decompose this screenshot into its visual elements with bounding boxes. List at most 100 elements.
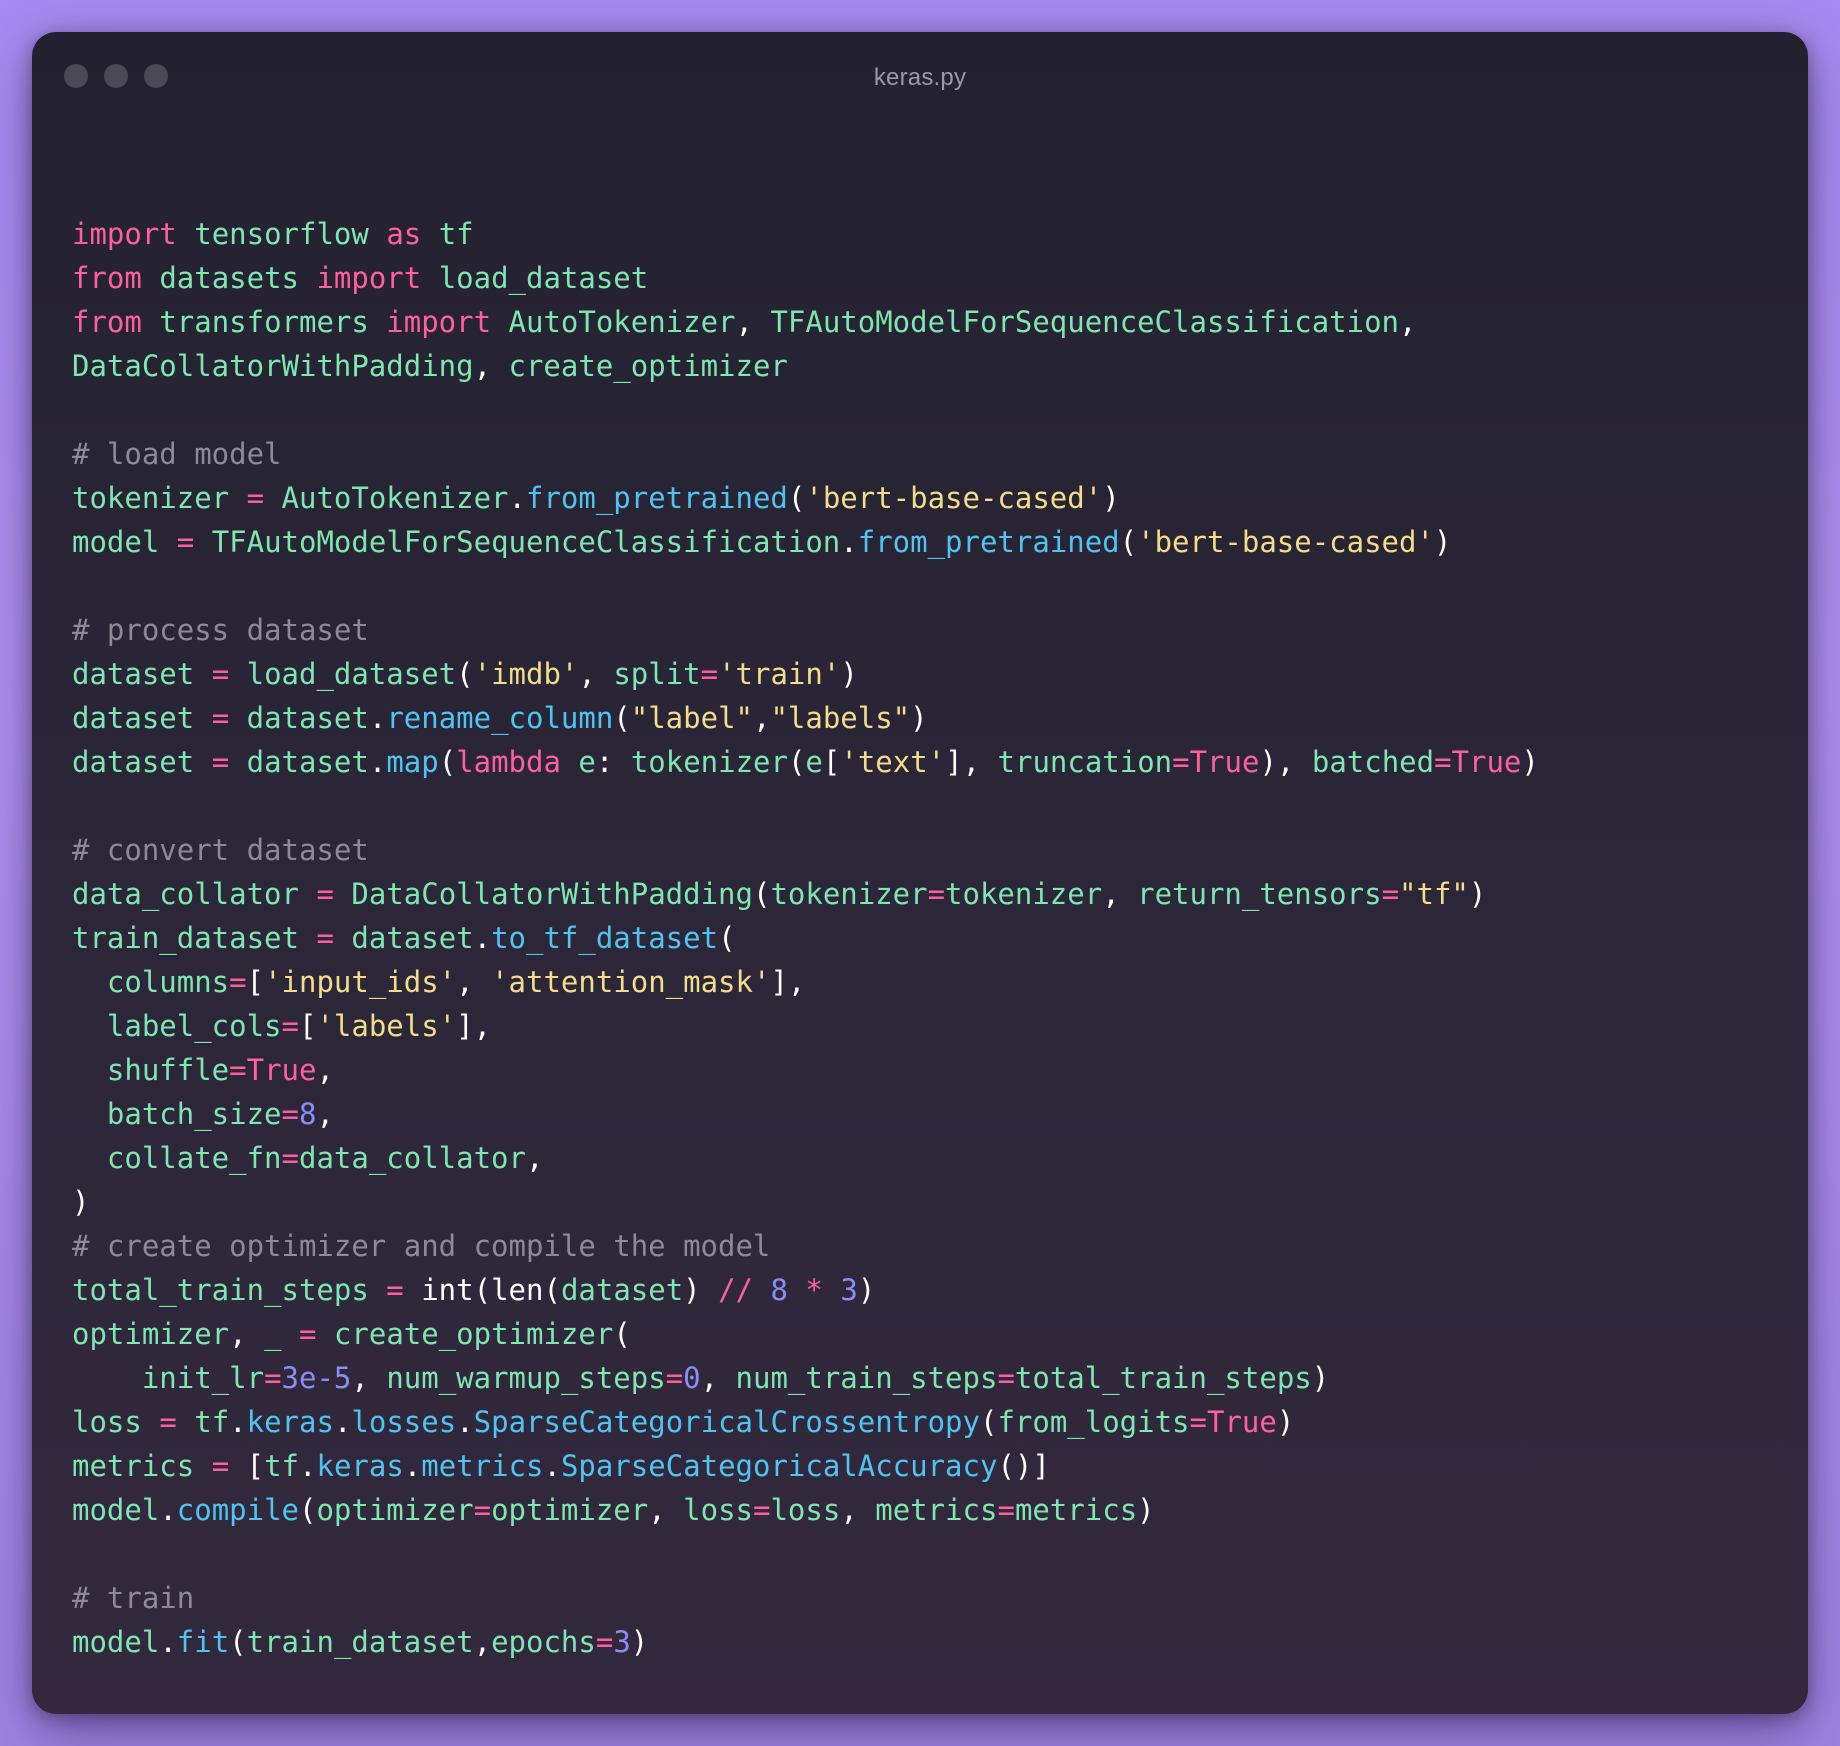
code-line: dataset = load_dataset('imdb', split='tr… [72, 652, 1539, 696]
code-token-comment: # train [72, 1581, 195, 1615]
code-token-ident: e [578, 745, 596, 779]
code-token-punct: , [1102, 877, 1120, 911]
code-token-punct: , [840, 1493, 858, 1527]
code-token-punct: ( [438, 745, 457, 779]
code-token-op: = [229, 965, 247, 999]
code-token-op: = [159, 1405, 177, 1439]
code-token-ident: loss [72, 1405, 142, 1439]
code-token-ident: _ [264, 1317, 282, 1351]
code-token-func: from_pretrained [526, 481, 788, 515]
code-token-punct: ] [770, 965, 788, 999]
code-line: data_collator = DataCollatorWithPadding(… [72, 872, 1539, 916]
code-token-punct: , [962, 745, 981, 779]
code-token-punct: , [735, 305, 753, 339]
code-token-ident: metrics [72, 1449, 195, 1483]
code-token-op: = [281, 1009, 299, 1043]
code-token-punct: ( [456, 657, 474, 691]
code-token-punct: ( [1119, 525, 1138, 559]
code-token-ident: dataset [560, 1273, 684, 1307]
code-token-ident: dataset [246, 701, 369, 735]
code-line: init_lr=3e-5, num_warmup_steps=0, num_tr… [72, 1356, 1539, 1400]
code-token-string: 'labels' [316, 1009, 457, 1043]
code-token-ident: tensorflow [194, 217, 369, 251]
code-line: model.compile(optimizer=optimizer, loss=… [72, 1488, 1539, 1532]
code-token-class: AutoTokenizer [508, 305, 736, 339]
code-token-ident: tokenizer [630, 745, 788, 779]
code-token-ident: tf [194, 1405, 230, 1439]
code-token-op: = [1381, 877, 1400, 911]
code-line: batch_size=8, [72, 1092, 1539, 1136]
code-token-ident: train_dataset [72, 921, 299, 955]
code-token-punct: [ [246, 1449, 265, 1483]
code-token-class: DataCollatorWithPadding [72, 349, 474, 383]
code-token-punct: , [525, 1141, 544, 1175]
code-token-punct: , [473, 1625, 492, 1659]
code-token-punct: , [1399, 305, 1417, 339]
window-title: keras.py [873, 64, 967, 91]
code-token-string: "labels" [770, 701, 911, 735]
code-line: model.fit(train_dataset,epochs=3) [72, 1620, 1539, 1664]
code-token-op: = [281, 1097, 299, 1131]
code-token-op: = [246, 481, 265, 515]
code-token-keyword: as [386, 217, 422, 251]
code-token-punct: ( [718, 921, 736, 955]
code-token-ident: metrics [1014, 1493, 1138, 1527]
code-token-punct: , [473, 349, 492, 383]
code-token-op: = [700, 657, 719, 691]
code-editor[interactable]: import tensorflow as tf from datasets imp… [72, 212, 1539, 1664]
code-token-param: shuffle [106, 1053, 230, 1087]
code-token-param: from_logits [997, 1405, 1190, 1439]
code-token-op: = [211, 701, 230, 735]
code-token-punct: ) [1137, 1493, 1155, 1527]
code-token-ident: e [805, 745, 823, 779]
code-token-op: = [281, 1141, 299, 1175]
code-token-punct: : [595, 745, 614, 779]
code-token-string: 'bert-base-cased' [1137, 525, 1434, 559]
code-token-punct: ( [613, 1317, 631, 1351]
code-token-func: metrics [421, 1449, 544, 1483]
code-token-param: split [613, 657, 701, 691]
code-token-op: = [316, 921, 334, 955]
code-token-punct: ( [787, 745, 806, 779]
code-token-ident: model [72, 525, 160, 559]
code-token-punct: ] [1032, 1449, 1050, 1483]
code-token-param: collate_fn [106, 1141, 282, 1175]
code-token-op: = [997, 1361, 1015, 1395]
code-token-punct: . [229, 1405, 247, 1439]
code-token-punct: ) [1259, 745, 1277, 779]
code-token-param: truncation [997, 745, 1173, 779]
code-token-keyword: lambda [456, 745, 561, 779]
code-line: train_dataset = dataset.to_tf_dataset( [72, 916, 1539, 960]
code-token-number: 0 [683, 1361, 701, 1395]
code-token-func: to_tf_dataset [491, 921, 719, 955]
code-token-ident: train_dataset [246, 1625, 474, 1659]
code-token-comment: # load model [72, 437, 282, 471]
code-token-class: TFAutoModelForSequenceClassification [770, 305, 1399, 339]
code-token-number: 3e-5 [281, 1361, 352, 1395]
code-token-string: 'input_ids' [264, 965, 457, 999]
code-token-param: columns [106, 965, 230, 999]
